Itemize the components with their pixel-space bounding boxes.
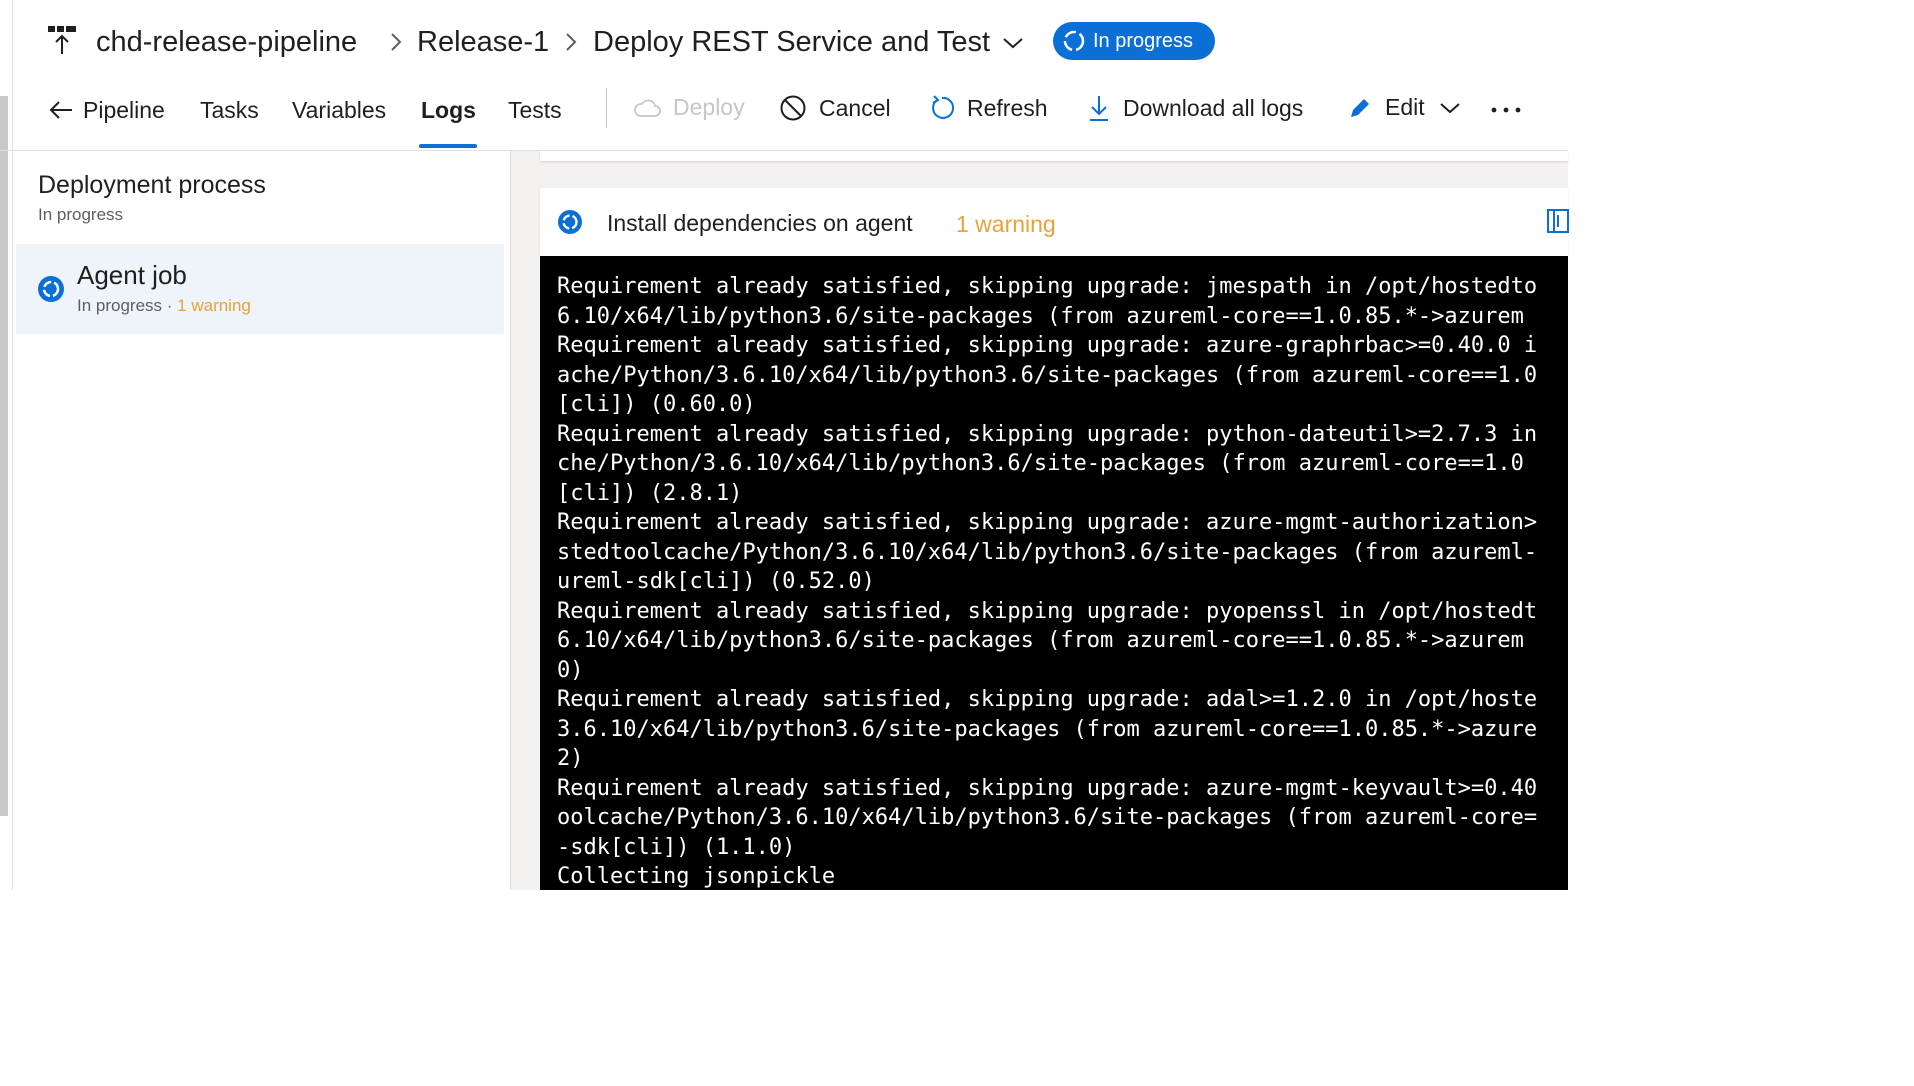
page-header: chd-release-pipeline Release-1 Deploy RE… (0, 0, 1568, 84)
log-line: Requirement already satisfied, skipping … (557, 687, 1538, 712)
cancel-button[interactable]: Cancel (779, 94, 891, 122)
status-label: In progress (1093, 29, 1194, 52)
breadcrumb-pipeline[interactable]: chd-release-pipeline (96, 22, 357, 62)
log-line: Requirement already satisfied, skipping … (557, 421, 1538, 447)
log-line: Requirement already satisfied, skipping … (557, 333, 1538, 358)
log-line: 2) (557, 746, 584, 771)
task-header: Install dependencies on agent 1 warning (540, 188, 1571, 256)
chevron-right-icon (391, 33, 402, 51)
download-all-logs-button[interactable]: Download all logs (1087, 94, 1303, 122)
log-line: ache/Python/3.6.10/x64/lib/python3.6/sit… (557, 362, 1538, 388)
log-line: 6.10/x64/lib/python3.6/site-packages (fr… (557, 628, 1524, 653)
pipeline-icon (48, 26, 76, 54)
agent-job-row[interactable]: Agent job In progress · 1 warning (16, 244, 504, 334)
deployment-process-panel: Deployment process In progress Agent job… (16, 151, 510, 890)
cancel-label: Cancel (819, 94, 891, 121)
log-line: 3.6.10/x64/lib/python3.6/site-packages (… (557, 716, 1538, 742)
log-line: Requirement already satisfied, skipping … (557, 274, 1538, 299)
job-status-line: In progress · 1 warning (77, 296, 251, 316)
status-badge: In progress (1053, 22, 1215, 60)
tab-tasks[interactable]: Tasks (200, 96, 259, 124)
chevron-down-icon[interactable] (1002, 34, 1024, 52)
log-console[interactable]: Requirement already satisfied, skipping … (540, 256, 1568, 890)
breadcrumb-stage[interactable]: Deploy REST Service and Test (593, 22, 990, 62)
log-line: Requirement already satisfied, skipping … (557, 510, 1538, 535)
edit-label: Edit (1385, 94, 1425, 120)
log-line: -sdk[cli]) (1.1.0) (557, 834, 796, 860)
log-line: 0) (557, 657, 584, 683)
job-status: In progress (77, 296, 163, 315)
chevron-right-icon (566, 33, 577, 51)
log-line: Collecting jsonpickle (557, 864, 836, 889)
log-line: stedtoolcache/Python/3.6.10/x64/lib/pyth… (557, 539, 1538, 565)
log-line: che/Python/3.6.10/x64/lib/python3.6/site… (557, 451, 1524, 476)
arrow-left-icon (49, 101, 72, 119)
task-title: Install dependencies on agent (607, 210, 913, 236)
cloud-icon (634, 99, 661, 117)
chevron-down-icon (1439, 102, 1460, 113)
edit-button[interactable]: Edit (1347, 94, 1461, 121)
active-tab-indicator (419, 144, 477, 148)
in-progress-icon (38, 276, 64, 302)
expand-icon[interactable] (1545, 207, 1571, 235)
log-line: [cli]) (2.8.1) (557, 480, 743, 506)
task-warning[interactable]: 1 warning (956, 211, 1056, 238)
log-line: Requirement already satisfied, skipping … (557, 598, 1538, 624)
log-line: Requirement already satisfied, skipping … (557, 775, 1538, 801)
download-icon (1090, 96, 1108, 121)
tab-tests[interactable]: Tests (508, 96, 562, 124)
toolbar: Pipeline Tasks Variables Logs Tests Depl… (0, 84, 1568, 151)
log-view: Install dependencies on agent 1 warning … (511, 151, 1571, 890)
refresh-button[interactable]: Refresh (929, 94, 1048, 122)
log-text: Requirement already satisfied, skipping … (557, 272, 1537, 890)
status-separator: · (162, 296, 178, 315)
download-label: Download all logs (1123, 94, 1304, 121)
log-line: ureml-sdk[cli]) (0.52.0) (557, 569, 875, 594)
breadcrumb-release[interactable]: Release-1 (417, 22, 549, 62)
toolbar-divider (606, 88, 607, 128)
log-line: [cli]) (0.60.0) (557, 392, 756, 417)
refresh-label: Refresh (967, 94, 1048, 121)
log-line: 6.10/x64/lib/python3.6/site-packages (fr… (557, 303, 1524, 329)
refresh-icon (932, 95, 955, 119)
log-line: oolcache/Python/3.6.10/x64/lib/python3.6… (557, 805, 1538, 830)
previous-card-edge (540, 151, 1568, 161)
in-progress-icon (1063, 30, 1085, 52)
tab-variables[interactable]: Variables (292, 96, 386, 124)
section-status: In progress (38, 205, 124, 224)
cancel-icon (780, 95, 806, 121)
scrollbar[interactable] (0, 96, 8, 816)
deploy-label: Deploy (673, 94, 745, 120)
job-title: Agent job (77, 260, 187, 290)
in-progress-icon (558, 210, 582, 234)
tab-logs[interactable]: Logs (421, 96, 476, 124)
deploy-button[interactable]: Deploy (633, 94, 745, 121)
tab-label: Pipeline (83, 97, 165, 123)
section-title: Deployment process (38, 171, 266, 199)
tab-pipeline[interactable]: Pipeline (48, 96, 165, 124)
job-warning: 1 warning (177, 296, 251, 315)
pencil-icon (1351, 98, 1369, 117)
more-icon[interactable] (1490, 106, 1522, 114)
